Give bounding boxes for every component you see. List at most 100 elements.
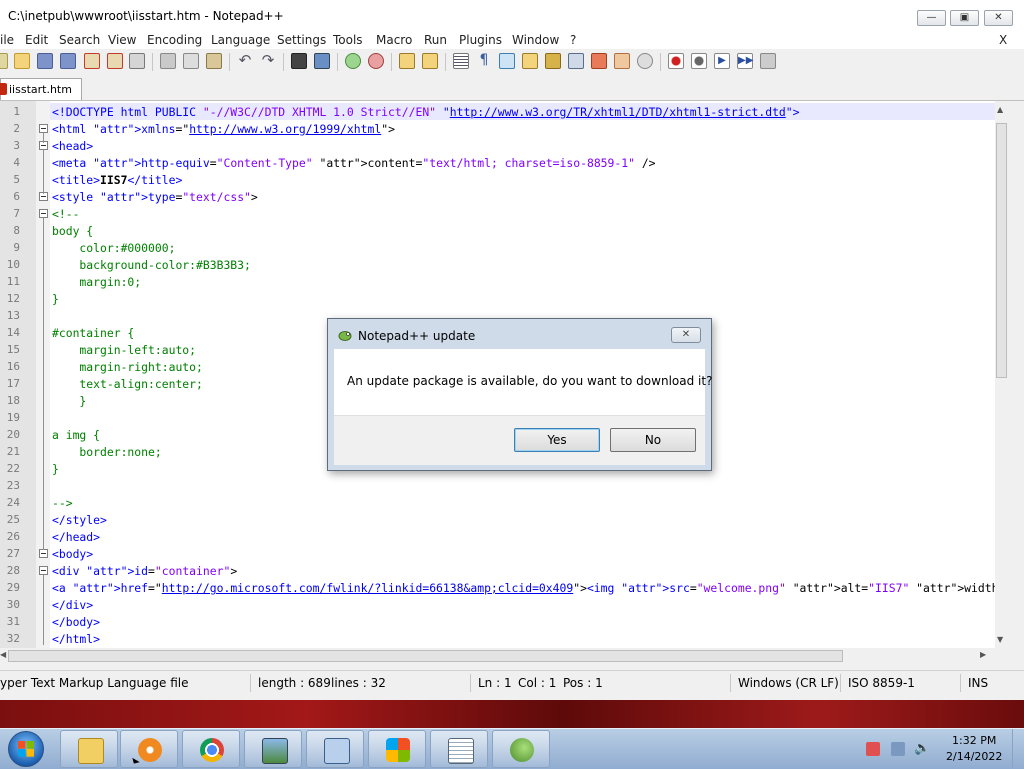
paste-icon[interactable] bbox=[206, 53, 222, 69]
print-icon[interactable] bbox=[129, 53, 145, 69]
run-macro-multiple-icon[interactable]: ▶▶ bbox=[737, 53, 753, 69]
action-center-icon[interactable] bbox=[866, 742, 880, 756]
menu-window[interactable]: Window bbox=[512, 33, 559, 47]
code-line[interactable]: --> bbox=[52, 496, 73, 510]
menu-edit[interactable]: Edit bbox=[25, 33, 48, 47]
code-line[interactable]: </div> bbox=[52, 598, 93, 612]
stop-macro-icon[interactable] bbox=[691, 53, 707, 69]
code-line[interactable]: #container { bbox=[52, 326, 134, 340]
menu-help[interactable]: ? bbox=[570, 33, 576, 47]
code-line[interactable]: } bbox=[52, 394, 86, 408]
user-language-icon[interactable] bbox=[522, 53, 538, 69]
menu-settings[interactable]: Settings bbox=[277, 33, 326, 47]
taskbar-notepad[interactable] bbox=[430, 730, 488, 768]
code-line[interactable]: <head> bbox=[52, 139, 93, 153]
replace-icon[interactable] bbox=[314, 53, 330, 69]
code-line[interactable]: <style "attr">type="text/css"> bbox=[52, 190, 258, 204]
scroll-left-icon[interactable]: ◀ bbox=[0, 650, 6, 659]
close-button[interactable]: ✕ bbox=[984, 10, 1013, 26]
tab-iisstart[interactable]: iisstart.htm bbox=[0, 78, 82, 100]
horizontal-scroll-thumb[interactable] bbox=[8, 650, 843, 662]
scroll-right-icon[interactable]: ▶ bbox=[980, 650, 986, 659]
taskbar-notepadpp[interactable] bbox=[492, 730, 550, 768]
code-line[interactable]: <title>IIS7</title> bbox=[52, 173, 182, 187]
code-line[interactable]: color:#000000; bbox=[52, 241, 175, 255]
start-button[interactable] bbox=[8, 731, 44, 767]
document-map-icon[interactable] bbox=[545, 53, 561, 69]
code-line[interactable]: <body> bbox=[52, 547, 93, 561]
code-line[interactable]: background-color:#B3B3B3; bbox=[52, 258, 250, 272]
code-line[interactable]: </body> bbox=[52, 615, 100, 629]
menu-run[interactable]: Run bbox=[424, 33, 447, 47]
indent-guide-icon[interactable] bbox=[499, 53, 515, 69]
menu-file[interactable]: ile bbox=[0, 33, 14, 47]
fold-toggle-icon[interactable] bbox=[39, 566, 48, 575]
copy-icon[interactable] bbox=[183, 53, 199, 69]
zoom-out-icon[interactable] bbox=[368, 53, 384, 69]
code-line[interactable]: <!DOCTYPE html PUBLIC "-//W3C//DTD XHTML… bbox=[52, 105, 800, 119]
undo-icon[interactable]: ↶ bbox=[237, 53, 253, 69]
scroll-down-icon[interactable]: ▼ bbox=[997, 635, 1003, 644]
close-all-icon[interactable] bbox=[107, 53, 123, 69]
volume-icon[interactable]: 🔈 bbox=[914, 741, 930, 756]
clock-date[interactable]: 2/14/2022 bbox=[946, 750, 1002, 763]
taskbar-explorer[interactable] bbox=[60, 730, 118, 768]
fold-toggle-icon[interactable] bbox=[39, 124, 48, 133]
code-line[interactable]: </html> bbox=[52, 632, 100, 646]
code-line[interactable]: margin:0; bbox=[52, 275, 141, 289]
document-list-icon[interactable] bbox=[568, 53, 584, 69]
new-file-icon[interactable] bbox=[0, 53, 8, 69]
minimize-button[interactable]: — bbox=[917, 10, 946, 26]
save-icon[interactable] bbox=[37, 53, 53, 69]
sync-vertical-icon[interactable] bbox=[399, 53, 415, 69]
cut-icon[interactable] bbox=[160, 53, 176, 69]
code-line[interactable]: text-align:center; bbox=[52, 377, 202, 391]
maximize-button[interactable]: ▣ bbox=[950, 10, 979, 26]
taskbar-windows-update[interactable] bbox=[368, 730, 426, 768]
menu-macro[interactable]: Macro bbox=[376, 33, 412, 47]
redo-icon[interactable]: ↷ bbox=[260, 53, 276, 69]
vertical-scrollbar[interactable]: ▲ ▼ bbox=[995, 101, 1008, 648]
horizontal-scrollbar[interactable]: ◀ ▶ bbox=[0, 648, 995, 664]
taskbar-control-panel[interactable] bbox=[306, 730, 364, 768]
folder-workspace-icon[interactable] bbox=[614, 53, 630, 69]
word-wrap-icon[interactable] bbox=[453, 53, 469, 69]
code-line[interactable]: border:none; bbox=[52, 445, 161, 459]
taskbar-media-player[interactable] bbox=[120, 730, 178, 768]
scroll-up-icon[interactable]: ▲ bbox=[997, 105, 1003, 114]
taskbar-photo-viewer[interactable] bbox=[244, 730, 302, 768]
yes-button[interactable]: Yes bbox=[514, 428, 600, 452]
open-file-icon[interactable] bbox=[14, 53, 30, 69]
code-line[interactable]: <!-- bbox=[52, 207, 79, 221]
code-line[interactable]: margin-right:auto; bbox=[52, 360, 202, 374]
code-line[interactable]: margin-left:auto; bbox=[52, 343, 196, 357]
monitoring-icon[interactable] bbox=[637, 53, 653, 69]
code-line[interactable]: <html "attr">xmlns="http://www.w3.org/19… bbox=[52, 122, 395, 136]
fold-toggle-icon[interactable] bbox=[39, 209, 48, 218]
code-line[interactable]: <a "attr">href="http://go.microsoft.com/… bbox=[52, 581, 1008, 595]
find-icon[interactable] bbox=[291, 53, 307, 69]
no-button[interactable]: No bbox=[610, 428, 696, 452]
function-list-icon[interactable] bbox=[591, 53, 607, 69]
code-line[interactable]: a img { bbox=[52, 428, 100, 442]
zoom-in-icon[interactable] bbox=[345, 53, 361, 69]
clock-time[interactable]: 1:32 PM bbox=[952, 734, 996, 747]
play-macro-icon[interactable]: ▶ bbox=[714, 53, 730, 69]
menu-search[interactable]: Search bbox=[59, 33, 100, 47]
show-all-characters-icon[interactable]: ¶ bbox=[476, 53, 492, 69]
taskbar-chrome[interactable] bbox=[182, 730, 240, 768]
menu-encoding[interactable]: Encoding bbox=[147, 33, 202, 47]
code-line[interactable]: </style> bbox=[52, 513, 107, 527]
close-file-icon[interactable] bbox=[84, 53, 100, 69]
code-line[interactable]: <meta "attr">http-equiv="Content-Type" "… bbox=[52, 156, 656, 170]
code-line[interactable]: } bbox=[52, 292, 59, 306]
record-macro-icon[interactable] bbox=[668, 53, 684, 69]
menu-tools[interactable]: Tools bbox=[333, 33, 363, 47]
code-line[interactable]: </head> bbox=[52, 530, 100, 544]
menu-plugins[interactable]: Plugins bbox=[459, 33, 502, 47]
fold-toggle-icon[interactable] bbox=[39, 549, 48, 558]
code-line[interactable]: body { bbox=[52, 224, 93, 238]
network-icon[interactable] bbox=[891, 742, 905, 756]
menu-language[interactable]: Language bbox=[211, 33, 270, 47]
save-macro-icon[interactable] bbox=[760, 53, 776, 69]
